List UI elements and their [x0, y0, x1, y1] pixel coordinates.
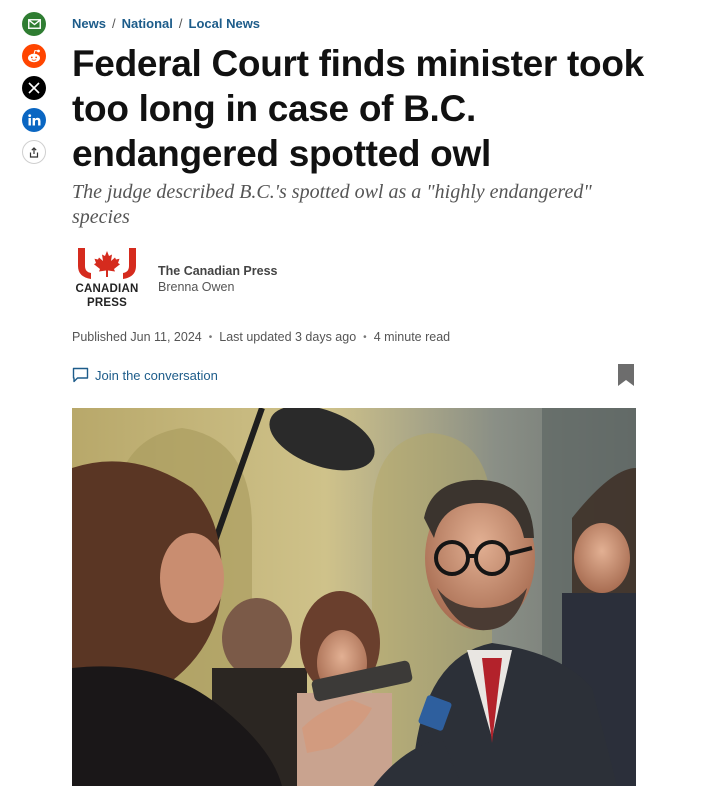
maple-leaf-logo-icon	[78, 248, 136, 279]
linkedin-icon	[27, 114, 40, 126]
breadcrumb-local-news[interactable]: Local News	[189, 16, 261, 31]
bookmark-button[interactable]	[617, 363, 635, 387]
share-x-button[interactable]	[22, 76, 46, 100]
article-headline: Federal Court finds minister took too lo…	[72, 43, 644, 174]
share-email-button[interactable]	[22, 12, 46, 36]
share-reddit-button[interactable]	[22, 44, 46, 68]
bookmark-icon	[618, 364, 634, 386]
comment-icon	[72, 367, 89, 383]
meta-separator: •	[208, 331, 213, 343]
byline-info: The Canadian Press Brenna Owen	[158, 263, 278, 295]
canadian-press-logo[interactable]: CANADIAN PRESS	[72, 246, 142, 310]
read-time: 4 minute read	[373, 330, 451, 344]
article-photo	[72, 408, 636, 786]
breadcrumb-separator: /	[111, 16, 116, 31]
reddit-icon	[28, 49, 40, 63]
published-date: Published Jun 11, 2024	[72, 330, 202, 344]
byline-source[interactable]: The Canadian Press	[158, 263, 278, 279]
last-updated: Last updated 3 days ago	[219, 330, 357, 344]
article-subheadline: The judge described B.C.'s spotted owl a…	[72, 181, 592, 228]
envelope-icon	[27, 19, 41, 29]
breadcrumb-separator: /	[178, 16, 183, 31]
share-rail	[22, 12, 46, 164]
meta-separator: •	[363, 331, 367, 343]
x-logo-icon	[28, 82, 40, 94]
article-meta: Published Jun 11, 2024 • Last updated 3 …	[72, 330, 450, 344]
breadcrumb-news[interactable]: News	[72, 16, 106, 31]
share-linkedin-button[interactable]	[22, 108, 46, 132]
breadcrumb-national[interactable]: National	[122, 16, 173, 31]
news-photo	[72, 408, 636, 786]
join-conversation-label: Join the conversation	[95, 367, 218, 383]
join-conversation-link[interactable]: Join the conversation	[72, 367, 218, 383]
share-icon	[29, 146, 39, 158]
share-more-button[interactable]	[22, 140, 46, 164]
byline: CANADIAN PRESS The Canadian Press Brenna…	[72, 246, 278, 310]
logo-text-canadian: CANADIAN	[75, 283, 139, 295]
logo-text-press: PRESS	[87, 297, 127, 309]
byline-author[interactable]: Brenna Owen	[158, 279, 278, 295]
breadcrumb: News / National / Local News	[72, 16, 260, 31]
